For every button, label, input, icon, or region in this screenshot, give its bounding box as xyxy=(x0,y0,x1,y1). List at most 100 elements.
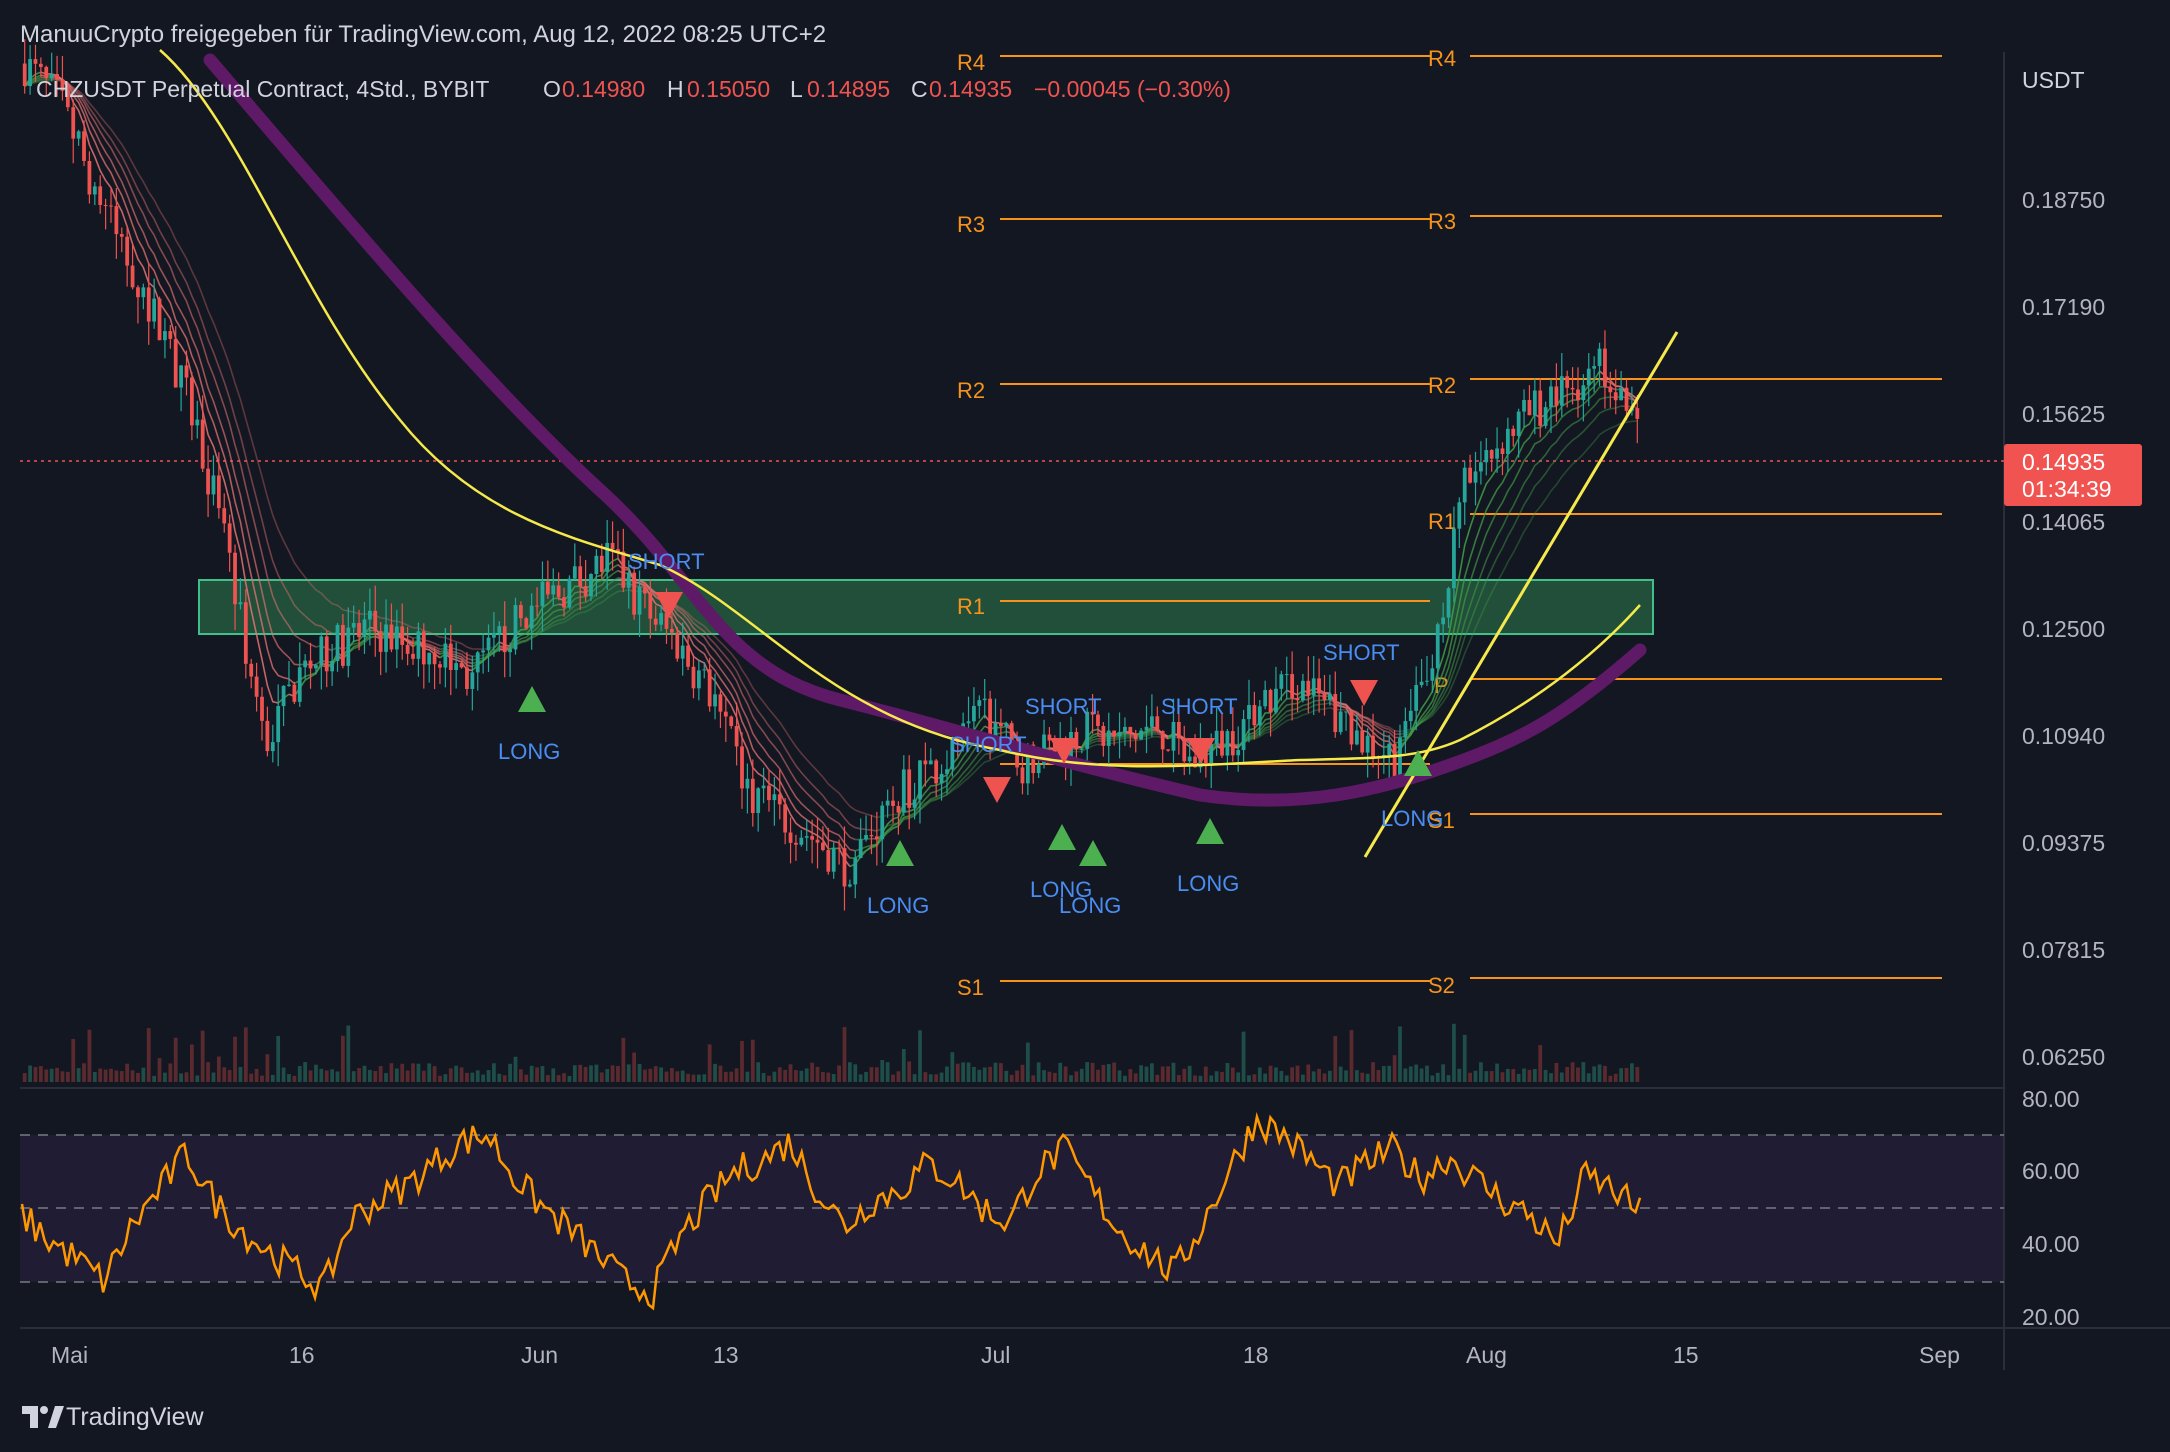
time-tick: 13 xyxy=(713,1342,739,1368)
volume-bar xyxy=(1015,1070,1019,1082)
candle-body xyxy=(1349,711,1354,745)
candle-body xyxy=(1295,698,1300,701)
volume-bar xyxy=(438,1075,442,1082)
volume-bar xyxy=(1123,1075,1127,1082)
volume-bar xyxy=(1311,1071,1316,1082)
candle-body xyxy=(1408,710,1413,722)
candle-body xyxy=(556,585,561,598)
volume-bar xyxy=(670,1068,674,1082)
candle-body xyxy=(486,637,491,651)
candle-body xyxy=(1257,706,1262,726)
volume-bar xyxy=(966,1062,971,1082)
volume-bar xyxy=(146,1028,151,1082)
candle-body xyxy=(281,685,286,707)
volume-bar xyxy=(1376,1070,1381,1082)
candle-body xyxy=(551,585,556,595)
candle-body xyxy=(303,660,308,668)
volume-bar xyxy=(1209,1075,1214,1082)
candle-body xyxy=(470,672,475,689)
volume-bar xyxy=(470,1072,475,1082)
volume-bar xyxy=(394,1068,399,1082)
volume-bar xyxy=(362,1065,367,1082)
volume-bar xyxy=(1052,1072,1057,1082)
volume-bar xyxy=(346,1025,351,1082)
volume-bar xyxy=(912,1074,917,1082)
volume-bar xyxy=(1586,1073,1591,1082)
volume-bar xyxy=(119,1071,124,1082)
volume-bar xyxy=(1263,1073,1268,1082)
volume-bar xyxy=(1414,1064,1419,1082)
candle-body xyxy=(777,794,782,805)
signal-short-label: SHORT xyxy=(628,549,705,574)
volume-bar xyxy=(216,1056,221,1082)
volume-bar xyxy=(858,1074,863,1082)
candle-body xyxy=(1171,721,1176,751)
volume-bar xyxy=(643,1069,647,1082)
volume-bar xyxy=(885,1062,890,1082)
candle-body xyxy=(729,716,734,727)
volume-bar xyxy=(324,1070,329,1082)
time-tick: Sep xyxy=(1919,1342,1960,1368)
candle-body xyxy=(119,234,124,237)
candle-body xyxy=(1166,749,1170,751)
candle-body xyxy=(432,652,437,665)
pivot-right-r2-label: R2 xyxy=(1428,373,1456,398)
symbol-legend[interactable]: CHZUSDT Perpetual Contract, 4Std., BYBIT… xyxy=(36,76,1231,102)
volume-bar xyxy=(341,1035,345,1082)
volume-bar xyxy=(1381,1066,1386,1082)
volume-bar xyxy=(28,1065,32,1082)
candle-body xyxy=(146,287,151,322)
candle-body xyxy=(184,365,189,378)
volume-bar xyxy=(945,1066,949,1082)
volume-bar xyxy=(686,1073,690,1082)
support-zone[interactable] xyxy=(198,579,1654,635)
volume-bar xyxy=(411,1063,415,1082)
bar-countdown: 01:34:39 xyxy=(2022,476,2112,502)
volume-bar xyxy=(982,1067,987,1082)
candle-body xyxy=(222,508,227,524)
volume-bar xyxy=(1630,1063,1634,1082)
ohlc-close-value: 0.14935 xyxy=(929,76,1012,102)
volume-bar xyxy=(939,1072,944,1082)
candle-body xyxy=(1106,730,1111,746)
candle-body xyxy=(842,848,847,887)
volume-bar xyxy=(1252,1074,1257,1082)
volume-bar xyxy=(168,1063,173,1082)
volume-bar xyxy=(502,1075,507,1082)
volume-bar xyxy=(999,1063,1003,1082)
symbol-label[interactable]: CHZUSDT Perpetual Contract, 4Std., BYBIT xyxy=(36,76,489,102)
candle-body xyxy=(190,377,194,426)
currency-label[interactable]: USDT xyxy=(2022,67,2085,93)
ohlc-high-key: H xyxy=(667,76,684,102)
volume-bar xyxy=(222,1067,227,1082)
volume-bar xyxy=(405,1070,410,1082)
volume-bar xyxy=(243,1027,248,1082)
pivot-left-r1-label: R1 xyxy=(957,594,985,619)
volume-bar xyxy=(227,1070,232,1082)
candle-body xyxy=(772,794,777,801)
candle-body xyxy=(76,131,81,139)
candle-body xyxy=(1182,738,1187,762)
candle-body xyxy=(1543,407,1548,426)
candle-body xyxy=(448,643,453,671)
candle-body xyxy=(594,555,599,575)
volume-bar xyxy=(1435,1072,1440,1082)
volume-bar xyxy=(605,1069,610,1082)
volume-bar xyxy=(1549,1073,1553,1082)
candle-body xyxy=(1516,411,1521,436)
price-pane[interactable] xyxy=(20,52,2004,1084)
volume-bar xyxy=(637,1063,642,1082)
volume-bar xyxy=(1063,1066,1068,1082)
time-tick: 16 xyxy=(289,1342,315,1368)
volume-bar xyxy=(1020,1064,1025,1082)
candle-body xyxy=(249,663,254,677)
candle-body xyxy=(513,605,518,650)
candle-body xyxy=(314,665,318,669)
candle-body xyxy=(945,769,949,774)
volume-bar xyxy=(713,1063,717,1082)
candle-body xyxy=(804,836,809,838)
candle-body xyxy=(216,475,221,509)
chart[interactable]: R4 R3 R2 R1 S1 R4 R3 R2 R1 P S1 S2 SHORT… xyxy=(0,0,2170,1452)
candle-body xyxy=(1457,502,1462,529)
candle-body xyxy=(918,760,922,800)
